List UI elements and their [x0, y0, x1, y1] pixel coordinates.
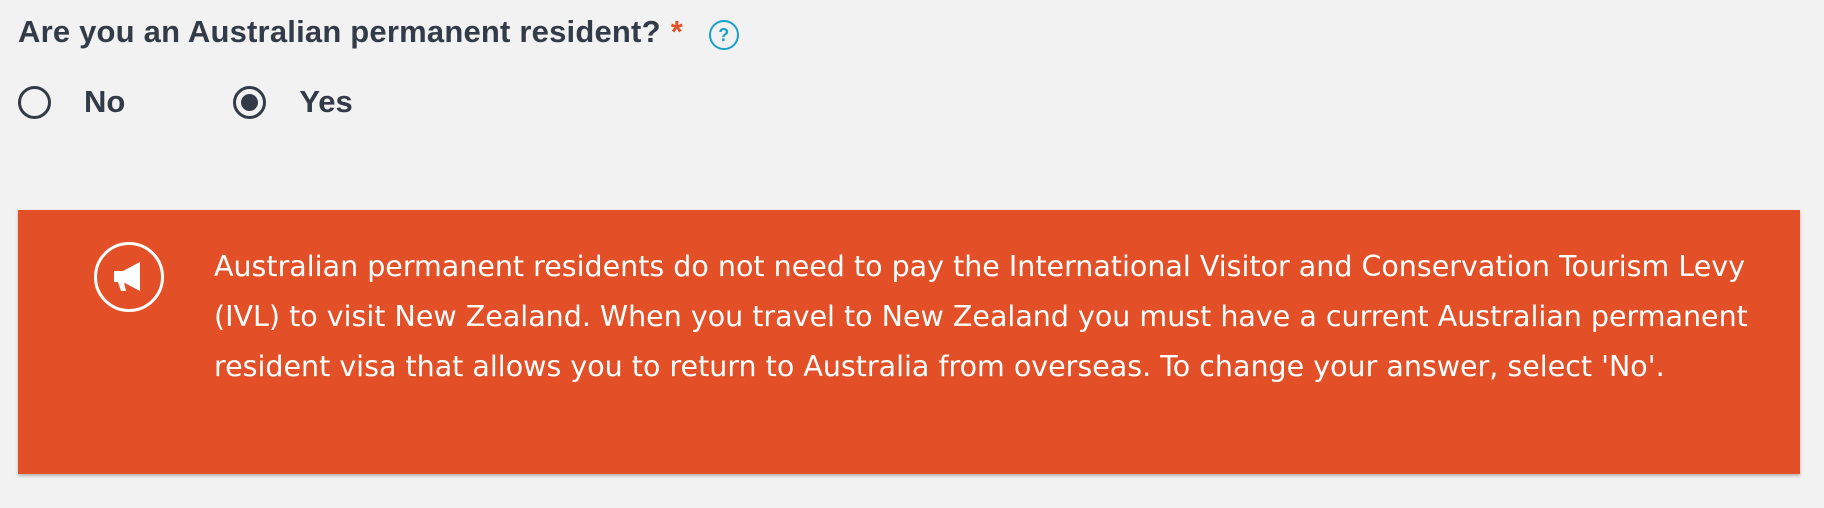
radio-selected-dot	[241, 93, 259, 111]
radio-no-circle[interactable]	[18, 85, 51, 119]
radio-group-permanent-resident: No Yes	[18, 84, 353, 120]
megaphone-icon-graphic	[114, 262, 140, 291]
required-asterisk: *	[670, 14, 683, 49]
radio-option-yes[interactable]: Yes	[233, 84, 353, 120]
radio-label-yes[interactable]: Yes	[299, 84, 352, 120]
question-label: Are you an Australian permanent resident…	[18, 14, 661, 49]
question-row: Are you an Australian permanent resident…	[18, 14, 739, 50]
banner-message: Australian permanent residents do not ne…	[214, 250, 1748, 383]
radio-label-no[interactable]: No	[84, 84, 125, 120]
info-banner: Australian permanent residents do not ne…	[18, 210, 1800, 474]
help-icon[interactable]: ?	[708, 20, 739, 50]
radio-option-no[interactable]: No	[18, 84, 125, 120]
radio-yes-circle[interactable]	[233, 85, 267, 119]
megaphone-icon	[94, 242, 164, 312]
